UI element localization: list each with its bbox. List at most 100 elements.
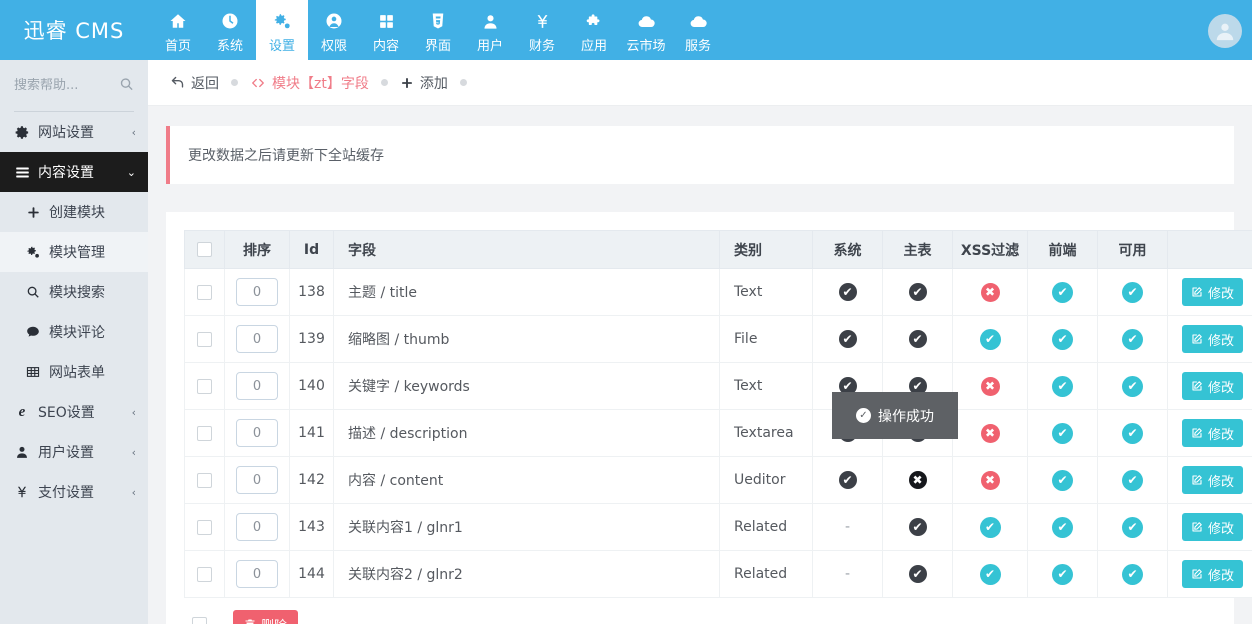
frontend-check-icon[interactable]: ✔	[1052, 516, 1073, 538]
sidebar-search-box[interactable]	[14, 60, 134, 112]
edit-button[interactable]: 修改	[1182, 513, 1244, 541]
maintable-cross-icon[interactable]: ✖	[908, 471, 927, 489]
sort-input[interactable]	[236, 419, 278, 447]
sort-input[interactable]	[236, 372, 278, 400]
nav-item-3[interactable]: 设置	[256, 0, 308, 60]
breadcrumb-add[interactable]: 添加	[400, 73, 448, 93]
maintable-check-icon[interactable]: ✔	[908, 565, 927, 583]
available-check-icon[interactable]: ✔	[1122, 375, 1143, 397]
row-checkbox[interactable]	[197, 425, 212, 441]
sidebar-group2-1[interactable]: e SEO设置 ‹	[0, 392, 148, 432]
system-check-icon[interactable]: ✔	[838, 330, 857, 348]
frontend-check-icon[interactable]: ✔	[1052, 328, 1073, 350]
nav-item-8[interactable]: 财务	[516, 0, 568, 60]
frontend-check-icon[interactable]: ✔	[1052, 563, 1073, 585]
edit-button[interactable]: 修改	[1182, 466, 1244, 494]
edit-button[interactable]: 修改	[1182, 325, 1244, 353]
row-checkbox[interactable]	[197, 378, 212, 394]
row-select-cell	[184, 456, 225, 504]
sort-input[interactable]	[236, 325, 278, 353]
sidebar-group-2[interactable]: 内容设置 ⌄	[0, 152, 148, 192]
xss-cross-icon[interactable]: ✖	[980, 376, 1000, 396]
nav-item-5[interactable]: 内容	[360, 0, 412, 60]
row-actions-cell: 修改	[1167, 503, 1252, 551]
sidebar-subitem-4[interactable]: 模块评论	[0, 312, 148, 352]
avatar-wrapper[interactable]	[1208, 14, 1242, 48]
available-check-icon[interactable]: ✔	[1122, 422, 1143, 444]
nav-item-11[interactable]: 服务	[672, 0, 724, 60]
row-checkbox[interactable]	[197, 331, 212, 347]
top-navigation: 首页 系统 设置 权限 内容 界面 用户 财务 应用 云市场 服务	[152, 0, 724, 60]
system-check-icon[interactable]: ✔	[838, 283, 857, 301]
search-icon[interactable]	[119, 76, 134, 95]
edit-button[interactable]: 修改	[1182, 278, 1244, 306]
available-check-icon[interactable]: ✔	[1122, 328, 1143, 350]
xss-check-icon[interactable]: ✔	[979, 328, 1001, 350]
available-check-icon[interactable]: ✔	[1122, 469, 1143, 491]
available-check-icon[interactable]: ✔	[1122, 281, 1143, 303]
frontend-check-icon[interactable]: ✔	[1052, 422, 1073, 444]
row-xss-cell: ✖	[952, 362, 1028, 410]
edit-button[interactable]: 修改	[1182, 419, 1244, 447]
frontend-check-icon[interactable]: ✔	[1052, 469, 1073, 491]
row-available-cell: ✔	[1097, 315, 1168, 363]
search-input[interactable]	[14, 78, 114, 93]
sidebar-group2-2[interactable]: 用户设置 ‹	[0, 432, 148, 472]
row-available-cell: ✔	[1097, 503, 1168, 551]
plus-icon	[400, 76, 414, 90]
frontend-check-icon[interactable]: ✔	[1052, 375, 1073, 397]
sidebar-subitem-1[interactable]: 创建模块	[0, 192, 148, 232]
breadcrumb-module[interactable]: 模块【zt】字段	[250, 73, 369, 93]
maintable-check-icon[interactable]: ✔	[908, 330, 927, 348]
sort-input[interactable]	[236, 560, 278, 588]
xss-cross-icon[interactable]: ✖	[980, 423, 1000, 443]
delete-button[interactable]: 删除	[233, 609, 299, 624]
xss-check-icon[interactable]: ✔	[979, 563, 1001, 585]
frontend-check-icon[interactable]: ✔	[1052, 281, 1073, 303]
maintable-check-icon[interactable]: ✔	[908, 283, 927, 301]
xss-cross-icon[interactable]: ✖	[980, 282, 1000, 302]
select-all-footer-checkbox[interactable]	[192, 616, 207, 624]
sidebar-subitem-5[interactable]: 网站表单	[0, 352, 148, 392]
nav-item-4[interactable]: 权限	[308, 0, 360, 60]
sidebar-subitem-2[interactable]: 模块管理	[0, 232, 148, 272]
select-all-checkbox[interactable]	[197, 242, 212, 257]
avatar[interactable]	[1208, 14, 1242, 48]
nav-item-1[interactable]: 首页	[152, 0, 204, 60]
nav-item-9[interactable]: 应用	[568, 0, 620, 60]
row-type: Text	[719, 362, 813, 410]
sort-input[interactable]	[236, 278, 278, 306]
xss-cross-icon[interactable]: ✖	[980, 470, 1000, 490]
sidebar-subitem-3[interactable]: 模块搜索	[0, 272, 148, 312]
maintable-check-icon[interactable]: ✔	[908, 518, 927, 536]
sort-input[interactable]	[236, 513, 278, 541]
sidebar-group-1[interactable]: 网站设置 ‹	[0, 112, 148, 152]
system-dash: -	[844, 566, 851, 582]
sidebar-group2-3[interactable]: 支付设置 ‹	[0, 472, 148, 512]
nav-item-label: 首页	[164, 39, 191, 54]
table-row: 138主题 / titleText ✔ ✔ ✖ ✔ ✔ 修改	[184, 268, 1252, 316]
xss-check-icon[interactable]: ✔	[979, 516, 1001, 538]
column-header-9: 前端	[1027, 230, 1098, 269]
row-checkbox[interactable]	[197, 284, 212, 300]
breadcrumb-back[interactable]: 返回	[170, 73, 219, 93]
sort-input[interactable]	[236, 466, 278, 494]
nav-item-2[interactable]: 系统	[204, 0, 256, 60]
available-check-icon[interactable]: ✔	[1122, 516, 1143, 538]
row-checkbox[interactable]	[197, 519, 212, 535]
system-check-icon[interactable]: ✔	[838, 471, 857, 489]
brand-logo[interactable]: 迅睿 CMS	[0, 0, 148, 60]
row-checkbox[interactable]	[197, 566, 212, 582]
nav-item-6[interactable]: 界面	[412, 0, 464, 60]
nav-item-7[interactable]: 用户	[464, 0, 516, 60]
nav-item-10[interactable]: 云市场	[620, 0, 672, 60]
row-checkbox[interactable]	[197, 472, 212, 488]
row-system-cell: -	[812, 503, 883, 551]
chevron-icon: ‹	[131, 485, 136, 499]
row-maintable-cell: ✔	[882, 315, 953, 363]
row-select-cell	[184, 362, 225, 410]
edit-button[interactable]: 修改	[1182, 372, 1244, 400]
available-check-icon[interactable]: ✔	[1122, 563, 1143, 585]
edit-button[interactable]: 修改	[1182, 560, 1244, 588]
breadcrumb: 返回 模块【zt】字段 添加	[148, 60, 1252, 106]
